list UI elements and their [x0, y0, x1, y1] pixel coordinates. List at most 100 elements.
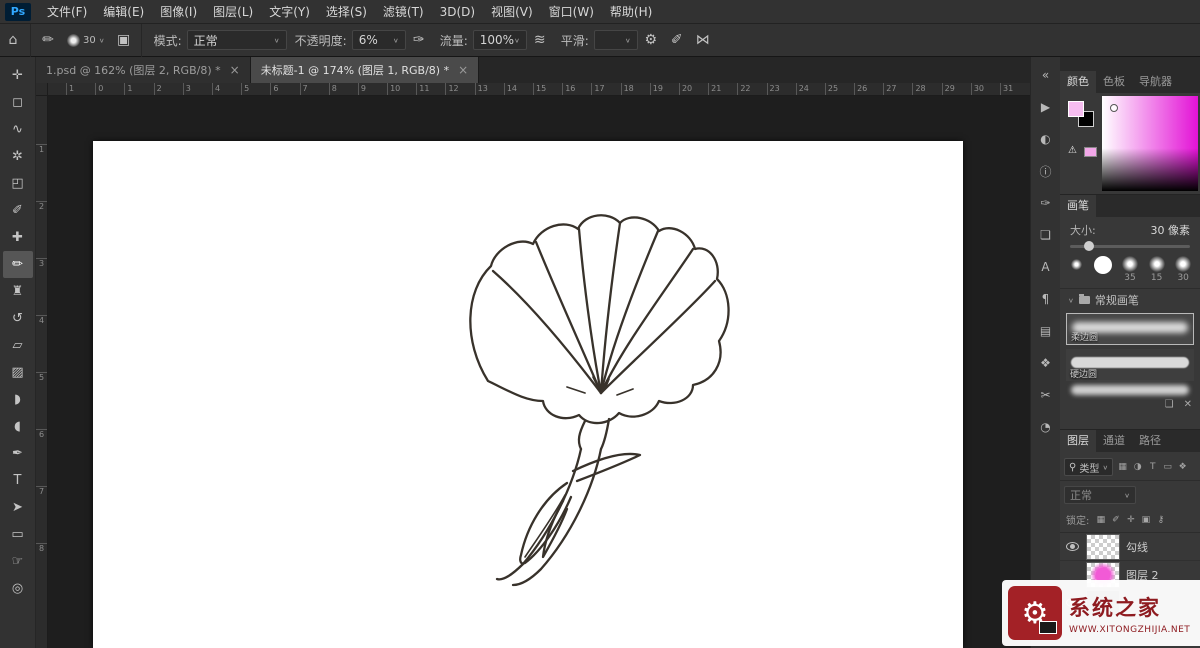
blur-tool[interactable]: ◗ — [3, 386, 33, 413]
canvas-viewport[interactable] — [48, 96, 1030, 648]
horizontal-ruler[interactable]: 1 0 1 2 3 4 5 6 7 8 9 10 11 12 13 14 15 … — [48, 83, 1030, 96]
brush-tip[interactable] — [1093, 256, 1115, 286]
history-brush-tool[interactable]: ↺ — [3, 305, 33, 332]
panel-tab[interactable]: 颜色 — [1060, 71, 1096, 93]
crop-tool[interactable]: ◰ — [3, 170, 33, 197]
menu-item[interactable]: 选择(S) — [318, 0, 375, 24]
brush-tool[interactable]: ✏ — [2, 251, 33, 278]
paragraph-panel-icon[interactable]: ¶ — [1035, 289, 1057, 309]
collapse-panels-icon[interactable]: « — [1035, 65, 1057, 85]
close-icon[interactable]: × — [230, 63, 240, 77]
menu-item[interactable]: 视图(V) — [483, 0, 541, 24]
lock-position-icon[interactable]: ✛ — [1125, 515, 1136, 525]
marquee-tool[interactable]: ◻ — [3, 89, 33, 116]
layer-row-goucian[interactable]: 勾线 — [1060, 533, 1200, 561]
menu-item[interactable]: 文件(F) — [39, 0, 95, 24]
paint-symmetry-icon[interactable]: ⋈ — [690, 32, 716, 48]
clone-stamp-tool[interactable]: ♜ — [3, 278, 33, 305]
slider-thumb[interactable] — [1084, 241, 1095, 251]
document-tab[interactable]: 1.psd @ 162% (图层 2, RGB/8) * × — [36, 57, 251, 83]
shape-tool[interactable]: ▭ — [3, 521, 33, 548]
menu-item[interactable]: 帮助(H) — [602, 0, 660, 24]
type-tool[interactable]: T — [3, 467, 33, 494]
eyedropper-tool[interactable]: ✐ — [3, 197, 33, 224]
menu-item[interactable]: 图层(L) — [205, 0, 261, 24]
menu-item[interactable]: 滤镜(T) — [375, 0, 432, 24]
pen-tool[interactable]: ✒ — [3, 440, 33, 467]
panel-tab[interactable]: 通道 — [1096, 430, 1132, 452]
type-filter-icon[interactable]: T — [1147, 462, 1158, 472]
layer-filter-select[interactable]: ⚲ 类型 ∨ — [1064, 458, 1114, 476]
brush-tip[interactable]: 15 — [1146, 256, 1168, 284]
menu-item[interactable]: 窗口(W) — [541, 0, 602, 24]
opacity-select[interactable]: 6% ∨ — [351, 30, 406, 50]
panel-tab[interactable]: 路径 — [1132, 430, 1168, 452]
new-brush-icon[interactable]: ❏ — [1165, 399, 1174, 410]
flow-select[interactable]: 100% ∨ — [472, 30, 527, 50]
pixel-filter-icon[interactable]: ▦ — [1117, 462, 1128, 472]
lock-artboard-icon[interactable]: ▣ — [1140, 515, 1151, 525]
lock-all-icon[interactable]: ⚷ — [1155, 515, 1166, 525]
color-picker-marker[interactable] — [1110, 104, 1118, 112]
web-color-swatch[interactable] — [1084, 147, 1097, 157]
menu-item[interactable]: 编辑(E) — [95, 0, 152, 24]
adjustments-panel-icon[interactable]: ◐ — [1035, 129, 1057, 149]
adjustment-filter-icon[interactable]: ◑ — [1132, 462, 1143, 472]
brush-group-row[interactable]: ∨ 常规画笔 — [1060, 289, 1200, 311]
gamut-warning-icon[interactable]: ⚠ — [1068, 145, 1077, 156]
document-tab[interactable]: 未标题-1 @ 174% (图层 1, RGB/8) * × — [250, 57, 480, 83]
libraries-panel-icon[interactable]: ▤ — [1035, 321, 1057, 341]
brush-tip[interactable]: 35 — [1119, 256, 1141, 284]
healing-brush-tool[interactable]: ✚ — [3, 224, 33, 251]
menu-item[interactable]: 文字(Y) — [261, 0, 318, 24]
brush-preset[interactable]: 柔边圆 — [1066, 313, 1194, 345]
menu-item[interactable]: 图像(I) — [152, 0, 205, 24]
panel-tab[interactable]: 导航器 — [1132, 71, 1179, 93]
brush-stroke-preview[interactable] — [1071, 385, 1189, 395]
zoom-tool[interactable]: ◎ — [3, 575, 33, 602]
gear-icon[interactable]: ⚙ — [638, 32, 664, 48]
actions-panel-icon[interactable]: ▶ — [1035, 97, 1057, 117]
styles-panel-icon[interactable]: ❖ — [1035, 353, 1057, 373]
color-picker-field[interactable] — [1102, 96, 1198, 191]
hand-tool[interactable]: ☞ — [3, 548, 33, 575]
snapshot-panel-icon[interactable]: ✂ — [1035, 385, 1057, 405]
panel-tab[interactable]: 图层 — [1060, 430, 1096, 452]
foreground-background-colors[interactable] — [1068, 101, 1096, 129]
clone-source-panel-icon[interactable]: ❏ — [1035, 225, 1057, 245]
brush-tip[interactable]: 30 — [1172, 256, 1194, 284]
panel-tab[interactable]: 色板 — [1096, 71, 1132, 93]
menu-item[interactable]: 3D(D) — [432, 0, 483, 24]
close-icon[interactable]: × — [458, 63, 468, 77]
pressure-size-icon[interactable]: ✐ — [664, 32, 690, 48]
lock-transparency-icon[interactable]: ▦ — [1095, 515, 1106, 525]
brush-preset-picker[interactable]: 30 ∨ — [61, 24, 111, 57]
path-select-tool[interactable]: ➤ — [3, 494, 33, 521]
move-tool[interactable]: ✛ — [3, 62, 33, 89]
vertical-ruler[interactable]: 1 2 3 4 5 6 7 8 — [36, 96, 48, 648]
quick-selection-tool[interactable]: ✲ — [3, 143, 33, 170]
dodge-tool[interactable]: ◖ — [3, 413, 33, 440]
info-panel-icon[interactable]: ⓘ — [1035, 161, 1057, 181]
document-canvas[interactable] — [93, 141, 963, 648]
gradient-tool[interactable]: ▨ — [3, 359, 33, 386]
character-panel-icon[interactable]: A — [1035, 257, 1057, 277]
timeline-panel-icon[interactable]: ◔ — [1035, 417, 1057, 437]
airbrush-icon[interactable]: ≋ — [527, 32, 553, 48]
delete-brush-icon[interactable]: ✕ — [1184, 399, 1192, 410]
toggle-brush-settings-icon[interactable]: ▣ — [111, 32, 137, 48]
lock-paint-icon[interactable]: ✐ — [1110, 515, 1121, 525]
brush-tip[interactable] — [1066, 256, 1088, 282]
layer-thumbnail[interactable] — [1086, 533, 1120, 560]
size-value[interactable]: 30 像素 — [1151, 222, 1191, 238]
ruler-origin-corner[interactable] — [36, 83, 48, 96]
smart-filter-icon[interactable]: ❖ — [1177, 462, 1188, 472]
foreground-color-swatch[interactable] — [1068, 101, 1084, 117]
eraser-tool[interactable]: ▱ — [3, 332, 33, 359]
brush-settings-panel-icon[interactable]: ✑ — [1035, 193, 1057, 213]
pressure-opacity-icon[interactable]: ✑ — [406, 32, 432, 48]
home-icon[interactable]: ⌂ — [0, 32, 26, 48]
photoshop-logo-icon[interactable]: Ps — [5, 2, 31, 21]
shape-filter-icon[interactable]: ▭ — [1162, 462, 1173, 472]
visibility-eye-icon[interactable] — [1066, 542, 1079, 551]
